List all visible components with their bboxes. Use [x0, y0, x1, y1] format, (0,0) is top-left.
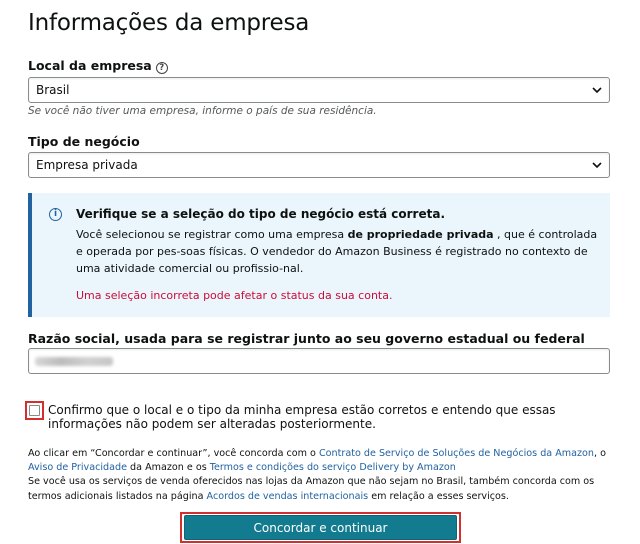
business-type-alert: i Verifique se a seleção do tipo de negó…	[28, 193, 610, 317]
legal-name-label: Razão social, usada para se registrar ju…	[28, 331, 585, 346]
legal-text: Ao clicar em “Concordar e continuar”, vo…	[28, 448, 606, 502]
info-icon: i	[49, 208, 62, 221]
location-select-value: Brasil	[36, 83, 70, 97]
business-type-select[interactable]: Empresa privada	[28, 152, 610, 178]
chevron-down-icon	[592, 162, 602, 169]
business-type-label: Tipo de negócio	[28, 134, 140, 149]
legal-name-input[interactable]	[28, 348, 610, 374]
alert-body-bold: de propriedade privada	[347, 228, 494, 241]
alert-body: Você selecionou se registrar como uma em…	[76, 228, 598, 275]
confirm-text: Confirmo que o local e o tipo da minha e…	[48, 403, 556, 431]
link-international-agreements[interactable]: Acordos de vendas internacionais	[207, 491, 369, 502]
link-service-agreement[interactable]: Contrato de Serviço de Soluções de Negóc…	[319, 448, 594, 459]
business-type-select-value: Empresa privada	[36, 158, 138, 172]
link-privacy-notice[interactable]: Aviso de Privacidade	[28, 462, 127, 473]
help-icon[interactable]: ?	[155, 62, 168, 74]
alert-warning: Uma seleção incorreta pode afetar o stat…	[76, 289, 393, 302]
agree-continue-button[interactable]: Concordar e continuar	[184, 515, 457, 540]
link-delivery-terms[interactable]: Termos e condições do serviço Delivery b…	[210, 462, 456, 473]
alert-title: Verifique se a seleção do tipo de negóci…	[76, 207, 446, 221]
redacted-value	[35, 357, 113, 366]
location-label: Local da empresa?	[28, 58, 168, 74]
chevron-down-icon	[592, 87, 602, 94]
page-title: Informações da empresa	[28, 10, 310, 36]
confirm-checkbox[interactable]	[29, 405, 40, 416]
location-hint: Se você não tiver uma empresa, informe o…	[28, 105, 377, 117]
location-select[interactable]: Brasil	[28, 77, 610, 103]
